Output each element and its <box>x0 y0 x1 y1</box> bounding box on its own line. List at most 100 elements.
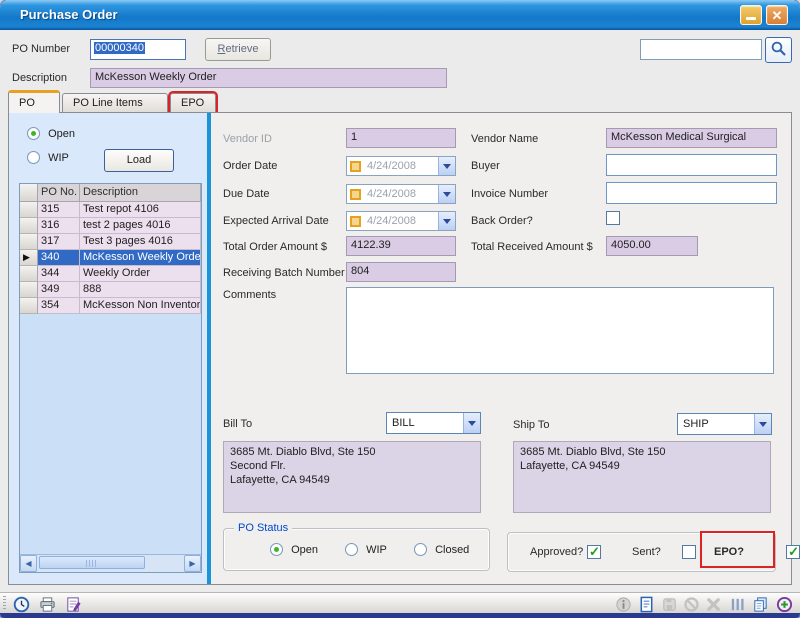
expected-arrival-date-picker[interactable]: 4/24/2008 <box>346 211 456 231</box>
sent-label: Sent? <box>632 546 661 558</box>
window-title: Purchase Order <box>20 7 118 22</box>
radio-status-open-label: Open <box>291 544 318 556</box>
order-date-label: Order Date <box>223 160 277 172</box>
scroll-right-button[interactable]: ▶ <box>184 555 201 572</box>
due-date-dropdown-button[interactable] <box>438 185 455 203</box>
total-received-amount-field: 4050.00 <box>606 236 698 256</box>
search-input[interactable] <box>640 39 762 60</box>
print-icon[interactable] <box>38 595 56 613</box>
date-checkbox-icon[interactable] <box>350 189 361 200</box>
date-checkbox-icon[interactable] <box>350 216 361 227</box>
back-order-label: Back Order? <box>471 215 533 227</box>
radio-status-open[interactable] <box>270 543 283 556</box>
date-checkbox-icon[interactable] <box>350 161 361 172</box>
status-toolbar <box>0 592 800 613</box>
vendor-name-label: Vendor Name <box>471 133 538 145</box>
tab-po[interactable]: PO <box>8 90 60 113</box>
description-cell: McKesson Non Inventory <box>80 298 201 314</box>
buyer-input[interactable] <box>606 154 777 176</box>
chevron-down-icon <box>443 164 451 173</box>
expected-arrival-dropdown-button[interactable] <box>438 212 455 230</box>
invoice-number-input[interactable] <box>606 182 777 204</box>
row-selector[interactable] <box>20 218 38 234</box>
info-icon <box>614 595 632 613</box>
order-date-picker[interactable]: 4/24/2008 <box>346 156 456 176</box>
table-row[interactable]: 354 McKesson Non Inventory <box>20 298 201 314</box>
copy-icon[interactable] <box>751 595 769 613</box>
po-tab-panel: Open WIP Load PO No. Description 315 Tes… <box>8 112 792 585</box>
po-number-input[interactable]: 00000340 <box>90 39 186 60</box>
grid-horizontal-scrollbar[interactable]: ◀ ▶ <box>20 554 201 572</box>
grid-header-description[interactable]: Description <box>80 184 201 202</box>
po-no-cell: 317 <box>38 234 80 250</box>
bill-to-dropdown-button[interactable] <box>463 413 480 433</box>
due-date-value: 4/24/2008 <box>361 188 438 200</box>
buyer-label: Buyer <box>471 160 500 172</box>
retrieve-button[interactable]: Retrieve <box>205 38 271 61</box>
vendor-id-label: Vendor ID <box>223 133 272 145</box>
ship-to-address: 3685 Mt. Diablo Blvd, Ste 150 Lafayette,… <box>513 441 771 513</box>
row-selector[interactable] <box>20 282 38 298</box>
tab-epo[interactable]: EPO <box>170 93 216 113</box>
bill-to-dropdown[interactable]: BILL <box>386 412 481 434</box>
table-row[interactable]: 349 888 <box>20 282 201 298</box>
titlebar[interactable]: Purchase Order ✕ <box>0 0 800 30</box>
grip-bars-icon[interactable] <box>728 595 746 613</box>
minimize-icon <box>746 17 756 20</box>
table-row[interactable]: 340 McKesson Weekly Order <box>20 250 201 266</box>
row-selector[interactable] <box>20 202 38 218</box>
new-document-icon[interactable] <box>637 595 655 613</box>
grid-header-po-no[interactable]: PO No. <box>38 184 80 202</box>
description-cell: test 2 pages 4016 <box>80 218 201 234</box>
row-selector[interactable] <box>20 298 38 314</box>
approved-label: Approved? <box>530 546 583 558</box>
description-cell: Test repot 4106 <box>80 202 201 218</box>
receiving-batch-number-label: Receiving Batch Number <box>223 267 345 279</box>
description-cell: Weekly Order <box>80 266 201 282</box>
row-selector[interactable] <box>20 234 38 250</box>
approved-checkbox[interactable] <box>587 545 601 559</box>
edit-note-icon[interactable] <box>64 595 82 613</box>
comments-textarea[interactable] <box>346 287 774 374</box>
scroll-left-button[interactable]: ◀ <box>20 555 37 572</box>
clock-icon[interactable] <box>12 595 30 613</box>
add-record-icon[interactable] <box>775 595 793 613</box>
radio-wip[interactable] <box>27 151 40 164</box>
table-row[interactable]: 344 Weekly Order <box>20 266 201 282</box>
row-selector[interactable] <box>20 266 38 282</box>
search-button[interactable] <box>765 37 792 63</box>
row-selector[interactable] <box>20 250 38 266</box>
toolbar-grip[interactable] <box>3 596 6 611</box>
radio-status-wip[interactable] <box>345 543 358 556</box>
total-received-amount-label: Total Received Amount $ <box>471 241 593 253</box>
bill-to-label: Bill To <box>223 418 252 430</box>
scrollbar-thumb[interactable] <box>39 556 145 569</box>
radio-open[interactable] <box>27 127 40 140</box>
table-row[interactable]: 317 Test 3 pages 4016 <box>20 234 201 250</box>
epo-checkbox[interactable] <box>786 545 800 559</box>
bill-to-address: 3685 Mt. Diablo Blvd, Ste 150 Second Flr… <box>223 441 481 513</box>
load-button[interactable]: Load <box>104 149 174 172</box>
due-date-picker[interactable]: 4/24/2008 <box>346 184 456 204</box>
ship-to-dropdown[interactable]: SHIP <box>677 413 772 435</box>
order-date-dropdown-button[interactable] <box>438 157 455 175</box>
po-number-label: PO Number <box>12 43 70 55</box>
vendor-name-field: McKesson Medical Surgical <box>606 128 777 148</box>
scrollbar-track[interactable] <box>37 555 184 572</box>
radio-status-closed[interactable] <box>414 543 427 556</box>
back-order-checkbox[interactable] <box>606 211 620 225</box>
close-button[interactable]: ✕ <box>766 5 788 25</box>
table-row[interactable]: 315 Test repot 4106 <box>20 202 201 218</box>
ship-to-dropdown-button[interactable] <box>754 414 771 434</box>
minimize-button[interactable] <box>740 5 762 25</box>
description-field[interactable]: McKesson Weekly Order <box>90 68 447 88</box>
radio-status-wip-label: WIP <box>366 544 387 556</box>
tab-po-line-items[interactable]: PO Line Items <box>62 93 168 113</box>
grid-header-row: PO No. Description <box>20 184 201 202</box>
chevron-down-icon <box>443 192 451 201</box>
comments-label: Comments <box>223 289 276 301</box>
table-row[interactable]: 316 test 2 pages 4016 <box>20 218 201 234</box>
po-number-value: 00000340 <box>94 42 145 54</box>
po-status-title: PO Status <box>234 522 292 534</box>
sent-checkbox[interactable] <box>682 545 696 559</box>
